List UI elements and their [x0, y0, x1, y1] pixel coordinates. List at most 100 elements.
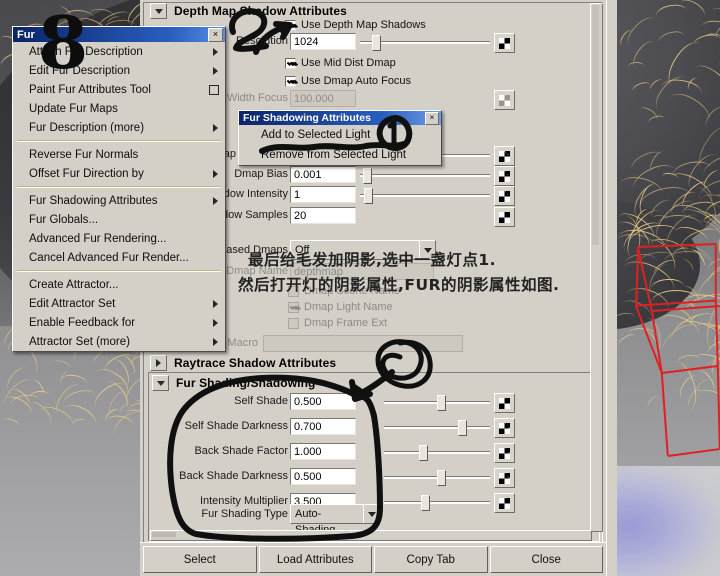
use-depth-map-shadows-row[interactable]: Use Depth Map Shadows [285, 19, 426, 31]
fur-menu-item[interactable]: Attractor Set (more) [13, 332, 225, 351]
annotation-line-2: 然后打开灯的阴影属性,FUR的阴影属性如图. [238, 276, 560, 294]
fur-shading-map-button[interactable] [494, 493, 515, 513]
dmap-bias-input[interactable]: 0.001 [290, 166, 356, 183]
dmap-light-name-row[interactable]: Dmap Light Name [288, 301, 393, 313]
fur-menu-item[interactable]: Offset Fur Direction by [13, 164, 225, 183]
chevron-down-icon[interactable] [363, 505, 379, 523]
fur-menu-item[interactable]: Fur Globals... [13, 210, 225, 229]
use-mid-dist-dmap-row[interactable]: Use Mid Dist Dmap [285, 57, 396, 69]
fur-shading-label: Back Shade Factor [194, 445, 288, 457]
fur-menu-item[interactable]: Update Fur Maps [13, 99, 225, 118]
fur-menu-titlebar[interactable]: Fur × [13, 27, 225, 42]
fur-menu-item[interactable]: Advanced Fur Rendering... [13, 229, 225, 248]
fur-strand [62, 9, 95, 28]
fur-menu-item[interactable]: Edit Attractor Set [13, 294, 225, 313]
fur-shading-value-input[interactable]: 1.000 [290, 443, 356, 460]
slider-thumb[interactable] [458, 420, 468, 436]
resolution-map-button[interactable] [494, 33, 515, 53]
fur-shading-map-button[interactable] [494, 468, 515, 488]
resolution-input[interactable]: 1024 [290, 33, 356, 50]
command-button[interactable]: Select [143, 546, 257, 573]
fur-shading-value-input[interactable]: 0.700 [290, 418, 356, 435]
scrollbar-thumb[interactable] [592, 5, 599, 245]
checkbox-icon[interactable] [285, 57, 296, 69]
fur-menu-item[interactable]: Paint Fur Attributes Tool [13, 80, 225, 99]
slider-thumb[interactable] [362, 168, 372, 184]
horizontal-scrollbar[interactable] [150, 530, 592, 541]
slider-thumb[interactable] [418, 445, 428, 461]
slider-thumb[interactable] [371, 35, 381, 51]
checkbox-icon[interactable] [285, 75, 296, 87]
fur-menu-item-label: Attractor Set (more) [29, 335, 130, 348]
fur-shading-slider[interactable] [384, 495, 490, 511]
command-button[interactable]: Copy Tab [374, 546, 488, 573]
command-button[interactable]: Close [489, 546, 603, 573]
fur-shadowing-menu-item[interactable]: Add to Selected Light [239, 125, 441, 145]
dmap-bias-map-button[interactable] [494, 166, 515, 186]
fur-menu-item[interactable]: Reverse Fur Normals [13, 145, 225, 164]
fur-menu-item[interactable]: Attach Fur Description [13, 42, 225, 61]
fur-menu-title: Fur [17, 28, 35, 41]
fur-shading-value-input[interactable]: 0.500 [290, 393, 356, 410]
checkbox-icon[interactable] [288, 301, 299, 313]
checkbox-icon[interactable] [285, 19, 296, 31]
fur-menu-item-label: Advanced Fur Rendering... [29, 232, 167, 245]
dmap-frame-ext-row[interactable]: Dmap Frame Ext [288, 317, 387, 329]
fur-shadowing-menu[interactable]: Fur Shadowing Attributes × Add to Select… [238, 110, 442, 166]
fur-shading-map-button[interactable] [494, 393, 515, 413]
width-focus-map-button[interactable] [494, 90, 515, 110]
submenu-arrow-icon [213, 196, 218, 205]
chevron-down-icon[interactable] [152, 375, 169, 391]
chevron-right-icon[interactable] [150, 355, 167, 371]
fur-shading-slider[interactable] [384, 395, 490, 411]
depth-map-section-header[interactable]: Depth Map Shadow Attributes [150, 3, 347, 19]
fur-menu-item[interactable]: Fur Shadowing Attributes [13, 191, 225, 210]
dmap-filter-map-button[interactable] [494, 146, 515, 166]
fur-shading-value-input[interactable]: 0.500 [290, 468, 356, 485]
command-button-bar: Select Load Attributes Copy Tab Close [140, 542, 606, 576]
option-box-icon[interactable] [209, 84, 219, 95]
fur-shading-slider[interactable] [384, 420, 490, 436]
fur-shading-map-button[interactable] [494, 418, 515, 438]
use-mid-dist-dmap-label: Use Mid Dist Dmap [301, 57, 396, 69]
resolution-slider[interactable] [360, 35, 490, 51]
fur-menu-item-label: Edit Attractor Set [29, 297, 116, 310]
slider-thumb[interactable] [437, 395, 446, 411]
fur-shading-type-dropdown[interactable]: Auto-Shading [290, 504, 380, 536]
slider-thumb[interactable] [363, 188, 373, 204]
fur-shadowing-menu-titlebar[interactable]: Fur Shadowing Attributes × [239, 111, 441, 125]
fur-menu-item[interactable]: Enable Feedback for [13, 313, 225, 332]
dmap-bias-slider[interactable] [360, 168, 490, 184]
raytrace-section-header[interactable]: Raytrace Shadow Attributes [150, 355, 336, 371]
fur-menu[interactable]: Fur × Attach Fur Description Edit Fur Des… [12, 26, 226, 352]
fur-shading-slider[interactable] [384, 445, 490, 461]
scrollbar-thumb[interactable] [152, 532, 176, 537]
shadow-samples-map-button[interactable] [494, 207, 515, 227]
vertical-scrollbar[interactable] [590, 3, 603, 532]
fur-menu-items: Attach Fur Description Edit Fur Descripti… [13, 42, 225, 351]
checkbox-icon[interactable] [288, 317, 299, 329]
shadow-samples-input[interactable]: 20 [290, 207, 356, 224]
menu-separator [17, 270, 221, 272]
slider-thumb[interactable] [421, 495, 431, 511]
fur-shading-slider[interactable] [384, 470, 490, 486]
fur-menu-item[interactable]: Cancel Advanced Fur Render... [13, 248, 225, 267]
chevron-down-icon[interactable] [150, 3, 167, 19]
fur-shadowing-menu-item[interactable]: Remove from Selected Light [239, 145, 441, 165]
fur-shading-map-button[interactable] [494, 443, 515, 463]
use-dmap-auto-focus-row[interactable]: Use Dmap Auto Focus [285, 75, 411, 87]
slider-thumb[interactable] [437, 470, 446, 486]
shadow-intensity-input[interactable]: 1 [290, 186, 356, 203]
shadow-intensity-map-button[interactable] [494, 186, 515, 206]
close-icon[interactable]: × [208, 27, 223, 42]
fur-menu-item[interactable]: Fur Description (more) [13, 118, 225, 137]
fur-menu-item[interactable]: Edit Fur Description [13, 61, 225, 80]
fur-menu-item-label: Offset Fur Direction by [29, 167, 144, 180]
close-icon[interactable]: × [425, 111, 439, 125]
shadow-intensity-slider[interactable] [360, 188, 490, 204]
checker-icon [499, 190, 510, 202]
command-button[interactable]: Load Attributes [258, 546, 372, 573]
fur-menu-item[interactable]: Create Attractor... [13, 275, 225, 294]
fur-shading-section-header[interactable]: Fur Shading/Shadowing [152, 375, 315, 391]
checker-icon [499, 497, 510, 509]
